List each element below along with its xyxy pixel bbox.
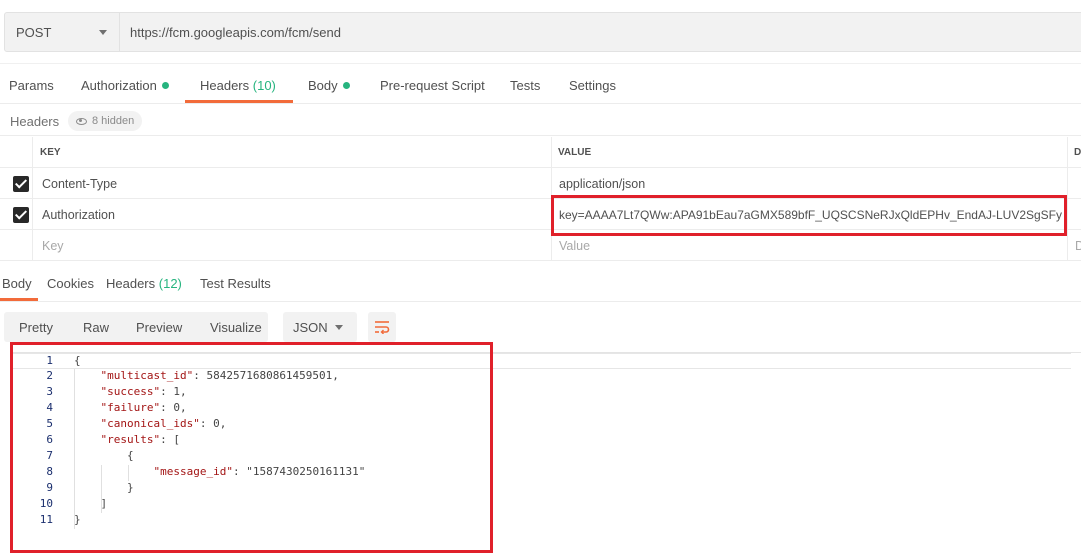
- tab-response-body[interactable]: Body: [2, 276, 32, 291]
- chevron-down-icon: [99, 30, 107, 35]
- tab-label: Headers: [106, 276, 156, 291]
- tab-response-headers[interactable]: Headers (12): [106, 276, 182, 291]
- tab-cookies[interactable]: Cookies: [47, 276, 94, 291]
- view-visualize-button[interactable]: Visualize: [210, 320, 262, 335]
- tab-body[interactable]: Body: [308, 78, 350, 93]
- headers-title: Headers: [10, 114, 60, 129]
- format-select[interactable]: JSON: [283, 312, 357, 342]
- row-checkbox[interactable]: [13, 176, 29, 192]
- column-divider: [32, 137, 33, 261]
- tab-params[interactable]: Params: [9, 78, 54, 93]
- tab-pre-request-script[interactable]: Pre-request Script: [380, 78, 485, 93]
- wrap-lines-button[interactable]: [368, 312, 396, 342]
- request-url-bar: POST https://fcm.googleapis.com/fcm/send: [0, 0, 1081, 64]
- response-view-toggle: Pretty Raw Preview Visualize: [4, 312, 268, 342]
- new-key-input[interactable]: Key: [42, 239, 64, 253]
- tab-label: Test Results: [200, 276, 271, 291]
- url-text: https://fcm.googleapis.com/fcm/send: [130, 25, 341, 40]
- tab-label: Pre-request Script: [380, 78, 485, 93]
- highlight-box-authorization: [551, 195, 1067, 236]
- row-checkbox[interactable]: [13, 207, 29, 223]
- tab-label: Cookies: [47, 276, 94, 291]
- url-input[interactable]: https://fcm.googleapis.com/fcm/send: [120, 12, 1081, 52]
- tab-label: Body: [2, 276, 32, 291]
- eye-icon: [76, 118, 87, 125]
- request-tabs: Params Authorization Headers (10) Body P…: [0, 66, 1081, 104]
- tab-settings[interactable]: Settings: [569, 78, 616, 93]
- tab-label: Settings: [569, 78, 616, 93]
- column-description: D: [1074, 147, 1081, 158]
- tab-count: (10): [252, 78, 276, 93]
- active-tab-indicator: [185, 100, 293, 103]
- headers-subheader: Headers 8 hidden: [0, 105, 1081, 136]
- view-preview-button[interactable]: Preview: [136, 320, 182, 335]
- new-value-input[interactable]: Value: [559, 239, 590, 253]
- chevron-down-icon: [335, 325, 343, 330]
- format-label: JSON: [293, 320, 328, 335]
- column-divider: [1067, 137, 1068, 261]
- new-description-input[interactable]: D: [1075, 239, 1081, 253]
- tab-label: Body: [308, 78, 338, 93]
- hidden-count-label: 8 hidden: [92, 115, 135, 127]
- view-pretty-button[interactable]: Pretty: [19, 320, 53, 335]
- tab-label: Headers: [200, 78, 250, 93]
- header-key[interactable]: Content-Type: [42, 177, 117, 191]
- tab-authorization[interactable]: Authorization: [81, 78, 169, 93]
- tab-test-results[interactable]: Test Results: [200, 276, 271, 291]
- tab-label: Params: [9, 78, 54, 93]
- tab-tests[interactable]: Tests: [510, 78, 540, 93]
- hidden-headers-toggle[interactable]: 8 hidden: [68, 111, 143, 131]
- response-tabs: Body Cookies Headers (12) Test Results: [0, 262, 1081, 302]
- modified-dot-icon: [342, 82, 350, 89]
- tab-count: (12): [158, 276, 182, 291]
- wrap-lines-icon: [375, 321, 390, 334]
- column-value: VALUE: [558, 147, 592, 158]
- table-header-row: KEY VALUE D: [0, 137, 1081, 168]
- method-label: POST: [16, 25, 52, 40]
- tab-label: Authorization: [81, 78, 157, 93]
- highlight-box-response: [10, 342, 493, 553]
- header-value[interactable]: application/json: [559, 177, 645, 191]
- header-key[interactable]: Authorization: [42, 208, 115, 222]
- column-key: KEY: [40, 147, 61, 158]
- method-select[interactable]: POST: [4, 12, 120, 52]
- tab-label: Tests: [510, 78, 541, 93]
- view-raw-button[interactable]: Raw: [83, 320, 109, 335]
- active-tab-indicator: [0, 298, 38, 301]
- tab-headers[interactable]: Headers (10): [200, 78, 276, 93]
- modified-dot-icon: [161, 82, 169, 89]
